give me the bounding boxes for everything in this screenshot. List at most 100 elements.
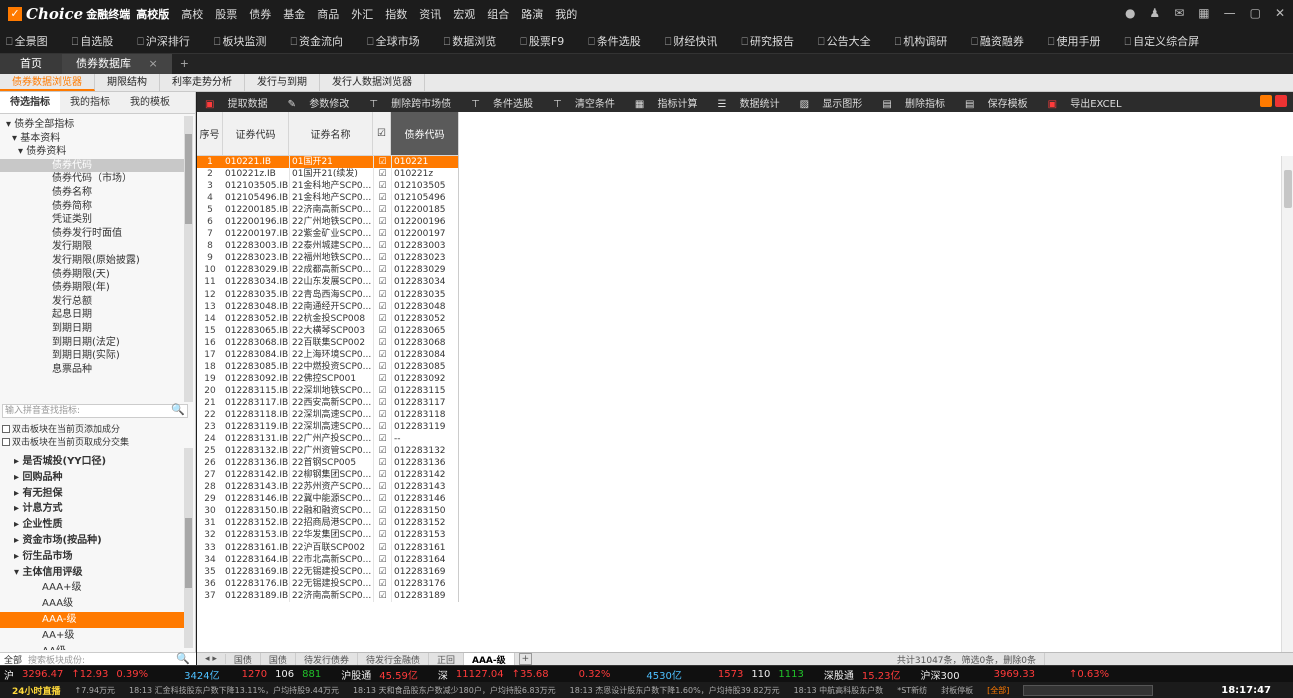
- tree-item[interactable]: 债券名称: [0, 186, 184, 200]
- table-row[interactable]: 9 012283023.IB 22福州地铁SCP0... ☑ 012283023: [197, 252, 459, 265]
- table-cell[interactable]: ☑: [373, 180, 391, 193]
- settings-icon[interactable]: [1275, 95, 1287, 107]
- table-cell[interactable]: ☑: [373, 348, 391, 361]
- sub-tab[interactable]: 债券数据浏览器: [0, 74, 95, 91]
- action-button[interactable]: ☰ 数据统计: [718, 95, 790, 110]
- sheet-tab[interactable]: AAA-级: [463, 652, 515, 666]
- sz-index[interactable]: 11127.04: [456, 669, 504, 680]
- left-tab[interactable]: 我的模板: [120, 92, 180, 113]
- table-row[interactable]: 22 012283118.IB 22深圳高速SCP0... ☑ 012283118: [197, 408, 459, 422]
- top-menu-item[interactable]: 基金: [277, 6, 311, 22]
- table-row[interactable]: 36 012283176.IB 22无锡建投SCP0... ☑ 012283176: [197, 577, 459, 590]
- table-row[interactable]: 20 012283115.IB 22深圳地铁SCP0... ☑ 012283115: [197, 384, 459, 397]
- table-cell[interactable]: ☑: [373, 408, 391, 422]
- table-cell[interactable]: ☑: [373, 240, 391, 253]
- table-cell[interactable]: ☑: [373, 565, 391, 578]
- table-cell[interactable]: ☑: [373, 192, 391, 205]
- table-cell[interactable]: ☑: [373, 493, 391, 506]
- tree-scrollbar[interactable]: [184, 116, 193, 402]
- news-item[interactable]: 封板停板: [941, 685, 973, 696]
- table-cell[interactable]: ☑: [373, 360, 391, 373]
- toolbar-item[interactable]: ⎕ 使用手册: [1048, 33, 1113, 49]
- top-menu-item[interactable]: 路演: [515, 6, 549, 22]
- maximize-icon[interactable]: ▢: [1250, 6, 1261, 20]
- action-button[interactable]: ▨ 显示图形: [800, 95, 873, 110]
- table-row[interactable]: 32 012283153.IB 22华发集团SCP0... ☑ 012283153: [197, 529, 459, 542]
- add-component-checkbox[interactable]: 双击板块在当前页添加成分: [2, 422, 120, 435]
- table-cell[interactable]: ☑: [373, 589, 391, 602]
- table-cell[interactable]: ☑: [373, 372, 391, 385]
- search-icon[interactable]: 🔍: [171, 404, 185, 416]
- table-row[interactable]: 28 012283143.IB 22苏州资产SCP0... ☑ 012283143: [197, 481, 459, 494]
- table-row[interactable]: 10 012283029.IB 22成都高新SCP0... ☑ 012283029: [197, 264, 459, 277]
- minimize-icon[interactable]: —: [1224, 6, 1236, 20]
- toolbar-item[interactable]: ⎕ 融资融券: [971, 33, 1036, 49]
- table-row[interactable]: 23 012283119.IB 22深圳高速SCP0... ☑ 012283119: [197, 421, 459, 434]
- top-menu-item[interactable]: 股票: [209, 6, 243, 22]
- sheet-tab[interactable]: 待发行金融债: [358, 652, 429, 666]
- tree-item[interactable]: 债券期限(年): [0, 281, 184, 295]
- table-cell[interactable]: ☑: [373, 445, 391, 458]
- table-row[interactable]: 15 012283065.IB 22大横琴SCP003 ☑ 012283065: [197, 324, 459, 337]
- column-header[interactable]: 证券名称: [289, 112, 373, 156]
- sheet-nav-arrows[interactable]: ◂ ▸: [197, 654, 226, 664]
- sub-tab[interactable]: 发行人数据浏览器: [320, 74, 425, 91]
- tab-bond-database[interactable]: 债券数据库 ×: [62, 54, 172, 74]
- table-row[interactable]: 1 010221.IB 01国开21 ☑ 010221: [197, 156, 459, 169]
- news-item[interactable]: ↑7.94万元: [75, 685, 116, 696]
- intersect-component-checkbox[interactable]: 双击板块在当前页取成分交集: [2, 435, 129, 448]
- toolbar-item[interactable]: ⎕ 公告大全: [818, 33, 883, 49]
- top-menu-item[interactable]: 指数: [379, 6, 413, 22]
- table-cell[interactable]: ☑: [373, 336, 391, 349]
- table-cell[interactable]: ☑: [373, 517, 391, 530]
- news-item[interactable]: 18:13 杰恩设计股东户数下降1.60%，户均持股39.82万元: [570, 685, 780, 696]
- action-button[interactable]: ▣ 导出EXCEL: [1048, 95, 1132, 110]
- tree-item[interactable]: ▾ 债券资料: [0, 145, 184, 159]
- table-row[interactable]: 2 010221z.IB 01国开21(续发) ☑ 010221z: [197, 168, 459, 181]
- top-menu-item[interactable]: 高校: [175, 6, 209, 22]
- toolbar-item[interactable]: ⎕ 财经快讯: [665, 33, 730, 49]
- toolbar-item[interactable]: ⎕ 股票F9: [520, 33, 576, 49]
- grid-scrollbar-thumb[interactable]: [1284, 170, 1292, 208]
- table-row[interactable]: 37 012283189.IB 22济南高新SCP0... ☑ 012283189: [197, 589, 459, 602]
- sector-search-placeholder[interactable]: 搜索板块成份:: [28, 653, 85, 666]
- column-header[interactable]: 序号: [197, 112, 223, 156]
- action-button[interactable]: ▤ 保存模板: [965, 95, 1038, 110]
- table-row[interactable]: 18 012283085.IB 22中燃投资SCP0... ☑ 012283085: [197, 360, 459, 373]
- table-cell[interactable]: ☑: [373, 577, 391, 590]
- table-cell[interactable]: ☑: [373, 300, 391, 313]
- toolbar-item[interactable]: ⎕ 板块监测: [214, 33, 279, 49]
- table-row[interactable]: 26 012283136.IB 22首钢SCP005 ☑ 012283136: [197, 457, 459, 470]
- table-cell[interactable]: ☑: [373, 228, 391, 241]
- tree-item[interactable]: 到期日期: [0, 322, 184, 336]
- checkbox-box[interactable]: [2, 424, 10, 433]
- close-icon[interactable]: ✕: [1275, 6, 1285, 20]
- tree-item[interactable]: 到期日期(法定): [0, 336, 184, 350]
- table-cell[interactable]: ☑: [373, 469, 391, 482]
- left-tab[interactable]: 待选指标: [0, 92, 60, 113]
- action-button[interactable]: ▣ 提取数据: [205, 95, 278, 110]
- sector-tree-item[interactable]: AA+级: [0, 628, 184, 644]
- news-item[interactable]: 18:13 汇金科技股东户数下降13.11%，户均持股9.44万元: [129, 685, 339, 696]
- news-item[interactable]: *ST新纺: [897, 685, 927, 696]
- table-row[interactable]: 31 012283152.IB 22招商局港SCP0... ☑ 012283152: [197, 517, 459, 530]
- tree-scrollbar-thumb[interactable]: [185, 134, 192, 224]
- table-cell[interactable]: ☑: [373, 541, 391, 554]
- sector-scrollbar-thumb[interactable]: [185, 518, 192, 588]
- table-row[interactable]: 34 012283164.IB 22市北高新SCP0... ☑ 012283164: [197, 553, 459, 566]
- sector-tree-item[interactable]: ▸ 回购品种: [0, 470, 184, 486]
- top-menu-item[interactable]: 资讯: [413, 6, 447, 22]
- chat-icon[interactable]: ●: [1125, 6, 1135, 20]
- sector-tree-item[interactable]: AA级: [0, 644, 184, 650]
- table-cell[interactable]: ☑: [373, 288, 391, 301]
- tree-item[interactable]: 债券发行时面值: [0, 227, 184, 241]
- table-row[interactable]: 8 012283003.IB 22泰州城建SCP0... ☑ 012283003: [197, 240, 459, 253]
- toolbar-item[interactable]: ⎕ 全景图: [6, 33, 60, 49]
- table-row[interactable]: 35 012283169.IB 22无锡建投SCP0... ☑ 012283169: [197, 565, 459, 578]
- table-cell[interactable]: ☑: [373, 505, 391, 518]
- table-row[interactable]: 30 012283150.IB 22融和融资SCP0... ☑ 012283150: [197, 505, 459, 518]
- table-cell[interactable]: ☑: [373, 396, 391, 409]
- table-cell[interactable]: ☑: [373, 156, 391, 169]
- toolbar-item[interactable]: ⎕ 自定义综合屏: [1124, 33, 1211, 49]
- action-button[interactable]: ✎ 参数修改: [288, 95, 360, 110]
